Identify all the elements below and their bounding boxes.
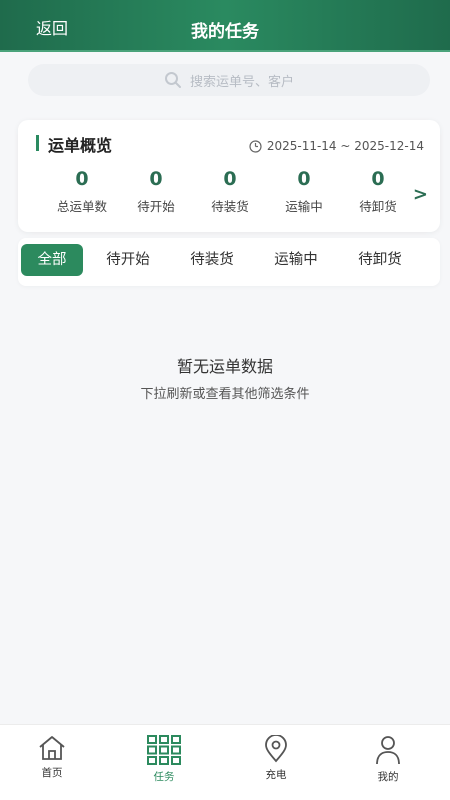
home-icon	[39, 736, 65, 760]
location-pin-icon	[265, 735, 287, 763]
search-input[interactable]: 搜索运单号、客户	[190, 71, 294, 90]
stat-in-transit[interactable]: 0 运输中	[264, 168, 344, 215]
date-range-text: 2025-11-14 ~ 2025-12-14	[266, 139, 424, 153]
title-accent-bar	[36, 135, 39, 151]
grid-icon	[147, 735, 181, 765]
nav-label: 我的	[377, 771, 399, 783]
stat-label: 待开始	[137, 199, 175, 214]
nav-home[interactable]: 首页	[22, 735, 82, 780]
stat-value: 0	[75, 168, 89, 190]
search-bar[interactable]: 搜索运单号、客户	[28, 64, 430, 96]
top-bar: 返回 我的任务	[0, 0, 450, 52]
overview-card: 运单概览 2025-11-14 ~ 2025-12-14 0 总运单数 0 待开…	[18, 120, 440, 232]
nav-label: 任务	[153, 771, 175, 783]
stat-label: 待卸货	[359, 199, 397, 214]
nav-tasks[interactable]: 任务	[134, 735, 194, 784]
date-range[interactable]: 2025-11-14 ~ 2025-12-14	[249, 139, 424, 153]
filter-tabs: 全部 待开始 待装货 运输中 待卸货	[18, 238, 440, 286]
tab-pending-unload[interactable]: 待卸货	[350, 244, 410, 276]
stat-value: 0	[371, 168, 385, 190]
chevron-right-icon[interactable]: >	[413, 184, 428, 205]
nav-label: 首页	[41, 767, 63, 779]
empty-state-title: 暂无运单数据	[176, 357, 273, 376]
page-title: 我的任务	[191, 22, 259, 42]
stats-row: 0 总运单数 0 待开始 0 待装货 0 运输中 0 待卸货	[18, 168, 440, 228]
stat-value: 0	[297, 168, 311, 190]
bottom-nav: 首页 任务 充电 我的	[0, 724, 450, 800]
stat-pending-load[interactable]: 0 待装货	[190, 168, 270, 215]
stat-pending-start[interactable]: 0 待开始	[116, 168, 196, 215]
tab-pending-load[interactable]: 待装货	[182, 244, 242, 276]
stat-label: 运输中	[285, 199, 323, 214]
stat-pending-unload[interactable]: 0 待卸货	[338, 168, 418, 215]
empty-state-subtitle: 下拉刷新或查看其他筛选条件	[140, 387, 310, 402]
stat-value: 0	[149, 168, 163, 190]
search-icon	[164, 71, 182, 89]
stat-label: 总运单数	[56, 199, 107, 214]
nav-profile[interactable]: 我的	[358, 735, 418, 784]
stat-value: 0	[223, 168, 237, 190]
overview-title: 运单概览	[48, 136, 113, 155]
tab-in-transit[interactable]: 运输中	[266, 244, 326, 276]
tab-all[interactable]: 全部	[21, 244, 83, 276]
user-icon	[376, 736, 400, 765]
nav-label: 充电	[265, 769, 287, 781]
stat-total[interactable]: 0 总运单数	[42, 168, 122, 215]
clock-icon	[249, 139, 262, 153]
nav-charging[interactable]: 充电	[246, 735, 306, 782]
tab-pending-start[interactable]: 待开始	[98, 244, 158, 276]
stat-label: 待装货	[211, 199, 249, 214]
